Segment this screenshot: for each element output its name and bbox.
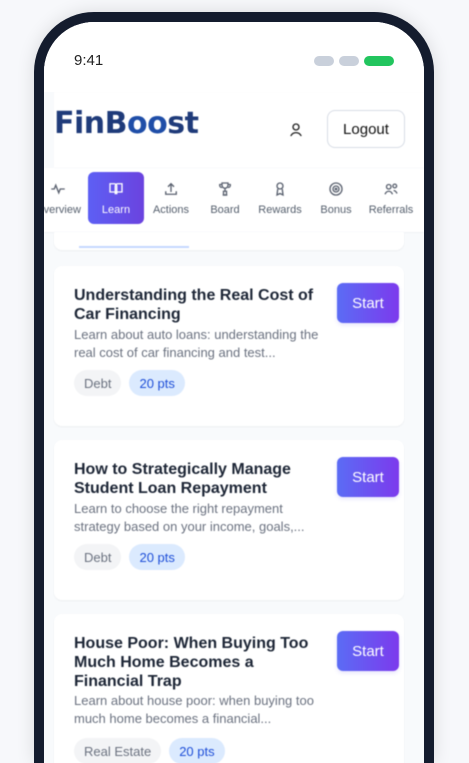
status-indicators bbox=[314, 56, 394, 66]
course-tags: Debt 20 pts bbox=[74, 544, 185, 570]
tab-label-board: Board bbox=[210, 204, 240, 216]
course-description: Learn about house poor: when buying too … bbox=[74, 693, 314, 726]
main-tabs: Overview Learn Actions bbox=[44, 168, 424, 233]
previous-course-card-stub bbox=[54, 232, 404, 250]
logo-text-accent: oo bbox=[127, 106, 168, 141]
award-icon bbox=[276, 182, 284, 197]
tab-board[interactable]: Board bbox=[197, 172, 253, 224]
tab-label-learn: Learn bbox=[101, 204, 131, 216]
tab-label-bonus: Bonus bbox=[320, 204, 352, 216]
category-badge: Debt bbox=[74, 370, 122, 396]
course-title: Understanding the Real Cost of Car Finan… bbox=[74, 287, 314, 323]
tab-learn[interactable]: Learn bbox=[88, 172, 144, 224]
tab-referrals[interactable]: Referrals bbox=[363, 172, 419, 224]
user-profile-icon[interactable] bbox=[284, 118, 308, 142]
tab-label-referrals: Referrals bbox=[368, 204, 414, 216]
course-title: How to Strategically Manage Student Loan… bbox=[74, 461, 291, 497]
upload-icon bbox=[165, 182, 177, 195]
points-badge: 20 pts bbox=[169, 738, 225, 763]
start-course-button[interactable]: Start bbox=[337, 283, 399, 323]
logo-text-end: st bbox=[167, 106, 199, 141]
phone-frame: 9:41 FinBoost Logout verview Learn Actio… bbox=[34, 12, 434, 763]
book-icon bbox=[109, 183, 123, 195]
tab-bonus[interactable]: Bonus bbox=[308, 172, 364, 224]
course-tags: Debt 20 pts bbox=[74, 370, 185, 396]
start-course-button[interactable]: Start bbox=[337, 631, 399, 671]
tab-overview[interactable]: Overview bbox=[44, 172, 86, 224]
course-card: House Poor: When Buying Too Much Home Be… bbox=[54, 614, 404, 763]
finboost-logo[interactable]: FinBoost bbox=[54, 106, 199, 141]
status-bar: 9:41 bbox=[44, 22, 424, 92]
tab-label-rewards: Rewards bbox=[258, 204, 302, 216]
activity-icon bbox=[51, 183, 65, 195]
course-description: Learn about auto loans: understanding th… bbox=[74, 327, 319, 360]
course-description: Learn to choose the right repayment stra… bbox=[74, 501, 305, 534]
logout-button[interactable]: Logout bbox=[327, 110, 405, 148]
tab-rewards[interactable]: Rewards bbox=[252, 172, 308, 224]
tab-label-actions: Actions bbox=[152, 204, 190, 216]
course-card: Understanding the Real Cost of Car Finan… bbox=[54, 266, 404, 426]
logo-text-main: FinB bbox=[54, 106, 128, 141]
course-title: House Poor: When Buying Too Much Home Be… bbox=[74, 635, 309, 690]
battery-indicator bbox=[364, 56, 394, 66]
signal-indicator bbox=[314, 56, 334, 66]
start-course-button[interactable]: Start bbox=[337, 457, 399, 497]
points-badge: 20 pts bbox=[129, 544, 185, 570]
trophy-icon bbox=[218, 182, 232, 196]
app-header: FinBoost Logout bbox=[54, 92, 424, 169]
target-icon bbox=[329, 182, 343, 196]
users-icon bbox=[384, 183, 398, 195]
category-badge: Real Estate bbox=[74, 738, 162, 763]
wifi-indicator bbox=[339, 56, 359, 66]
status-time: 9:41 bbox=[74, 52, 104, 69]
course-tags: Real Estate 20 pts bbox=[74, 738, 225, 763]
tab-label-overview: Overview bbox=[44, 204, 81, 216]
app-screen: 9:41 FinBoost Logout verview Learn Actio… bbox=[44, 22, 424, 763]
points-badge: 20 pts bbox=[129, 370, 185, 396]
course-card: How to Strategically Manage Student Loan… bbox=[54, 440, 404, 600]
tab-actions[interactable]: Actions bbox=[143, 172, 199, 224]
category-badge: Debt bbox=[74, 544, 122, 570]
